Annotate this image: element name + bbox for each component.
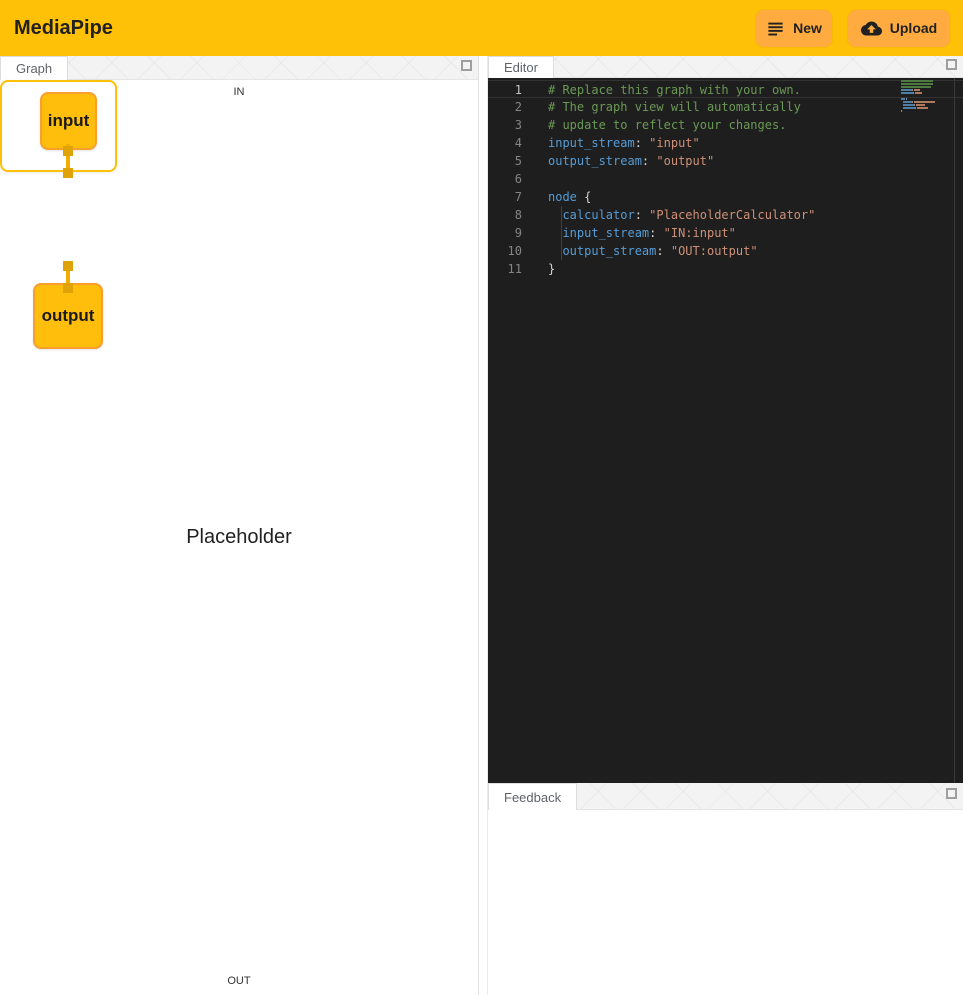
code-text: output_stream: "output"	[548, 152, 714, 170]
port-input-out[interactable]	[63, 146, 73, 156]
tab-editor[interactable]: Editor	[488, 56, 554, 78]
upload-button-label: Upload	[890, 20, 937, 36]
code-text: calculator: "PlaceholderCalculator"	[548, 206, 815, 224]
minimap-line	[901, 98, 941, 100]
minimap-line	[901, 101, 941, 103]
minimap-line	[901, 80, 941, 82]
app-header: MediaPipe New Upload	[0, 0, 963, 56]
cloud-upload-icon	[861, 18, 882, 39]
minimap-line	[901, 92, 941, 94]
line-number: 10	[488, 242, 522, 260]
minimap-line	[901, 107, 941, 109]
line-number: 7	[488, 188, 522, 206]
port-placeholder-out[interactable]	[63, 261, 73, 271]
code-line[interactable]: 3 # update to reflect your changes.	[488, 116, 963, 134]
right-panel: Editor 1 # Replace this graph with your o…	[487, 56, 963, 995]
line-number: 3	[488, 116, 522, 134]
tab-feedback[interactable]: Feedback	[488, 783, 577, 810]
expand-editor-icon[interactable]	[946, 59, 957, 70]
menu-lines-icon	[766, 19, 785, 38]
code-line[interactable]: 1 # Replace this graph with your own.	[488, 80, 963, 98]
code-text: output_stream: "OUT:output"	[548, 242, 758, 260]
new-button[interactable]: New	[756, 10, 832, 47]
minimap-line	[901, 110, 941, 112]
editor-minimap[interactable]	[901, 80, 941, 113]
line-number: 8	[488, 206, 522, 224]
line-number: 6	[488, 170, 522, 188]
code-line[interactable]: 10 output_stream: "OUT:output"	[488, 242, 963, 260]
code-line[interactable]: 4 input_stream: "input"	[488, 134, 963, 152]
code-text: }	[548, 260, 555, 278]
editor-overview-ruler[interactable]	[954, 78, 955, 783]
port-placeholder-in[interactable]	[63, 168, 73, 178]
line-number: 4	[488, 134, 522, 152]
code-lines: 1 # Replace this graph with your own. 2 # T…	[488, 80, 963, 278]
code-line[interactable]: 11}	[488, 260, 963, 278]
minimap-line	[901, 83, 941, 85]
code-line[interactable]: 5 output_stream: "output"	[488, 152, 963, 170]
tab-graph-label: Graph	[16, 61, 52, 76]
code-line[interactable]: 6	[488, 170, 963, 188]
port-output-in[interactable]	[63, 283, 73, 293]
code-text: input_stream: "IN:input"	[548, 224, 736, 242]
code-line[interactable]: 8 calculator: "PlaceholderCalculator"	[488, 206, 963, 224]
minimap-line	[901, 104, 941, 106]
upload-button[interactable]: Upload	[848, 10, 950, 47]
code-text: node {	[548, 188, 591, 206]
graph-canvas[interactable]: input IN Placeholder OUT output	[0, 80, 478, 995]
editor-panel: Editor 1 # Replace this graph with your o…	[488, 56, 963, 783]
feedback-content	[488, 810, 963, 995]
app-title: MediaPipe	[14, 17, 756, 40]
line-number: 9	[488, 224, 522, 242]
graph-node-output-label: output	[42, 306, 95, 326]
graph-panel: Graph input IN Placeholder OUT output	[0, 56, 479, 995]
line-number: 5	[488, 152, 522, 170]
minimap-line	[901, 86, 941, 88]
tab-feedback-label: Feedback	[504, 790, 561, 805]
new-button-label: New	[793, 20, 822, 36]
minimap-line	[901, 89, 941, 91]
placeholder-title: Placeholder	[0, 80, 478, 995]
tab-graph[interactable]: Graph	[0, 56, 68, 80]
tab-editor-label: Editor	[504, 60, 538, 75]
code-text: # update to reflect your changes.	[548, 116, 786, 134]
line-number: 11	[488, 260, 522, 278]
code-line[interactable]: 2 # The graph view will automatically	[488, 98, 963, 116]
placeholder-out-label: OUT	[0, 975, 478, 987]
code-line[interactable]: 9 input_stream: "IN:input"	[488, 224, 963, 242]
graph-node-placeholder[interactable]: IN Placeholder OUT	[0, 80, 117, 172]
code-text: # Replace this graph with your own.	[548, 81, 801, 97]
code-line[interactable]: 7 node {	[488, 188, 963, 206]
expand-feedback-icon[interactable]	[946, 788, 957, 799]
editor-tabbar: Editor	[488, 56, 963, 78]
code-text: # The graph view will automatically	[548, 98, 801, 116]
minimap-line	[901, 95, 941, 97]
graph-tabbar: Graph	[0, 56, 478, 80]
code-text: input_stream: "input"	[548, 134, 700, 152]
line-number: 2	[488, 98, 522, 116]
code-editor[interactable]: 1 # Replace this graph with your own. 2 # T…	[488, 78, 963, 783]
feedback-panel: Feedback	[488, 783, 963, 995]
line-number: 1	[488, 81, 522, 97]
expand-panel-icon[interactable]	[461, 60, 472, 71]
feedback-tabbar: Feedback	[488, 783, 963, 810]
